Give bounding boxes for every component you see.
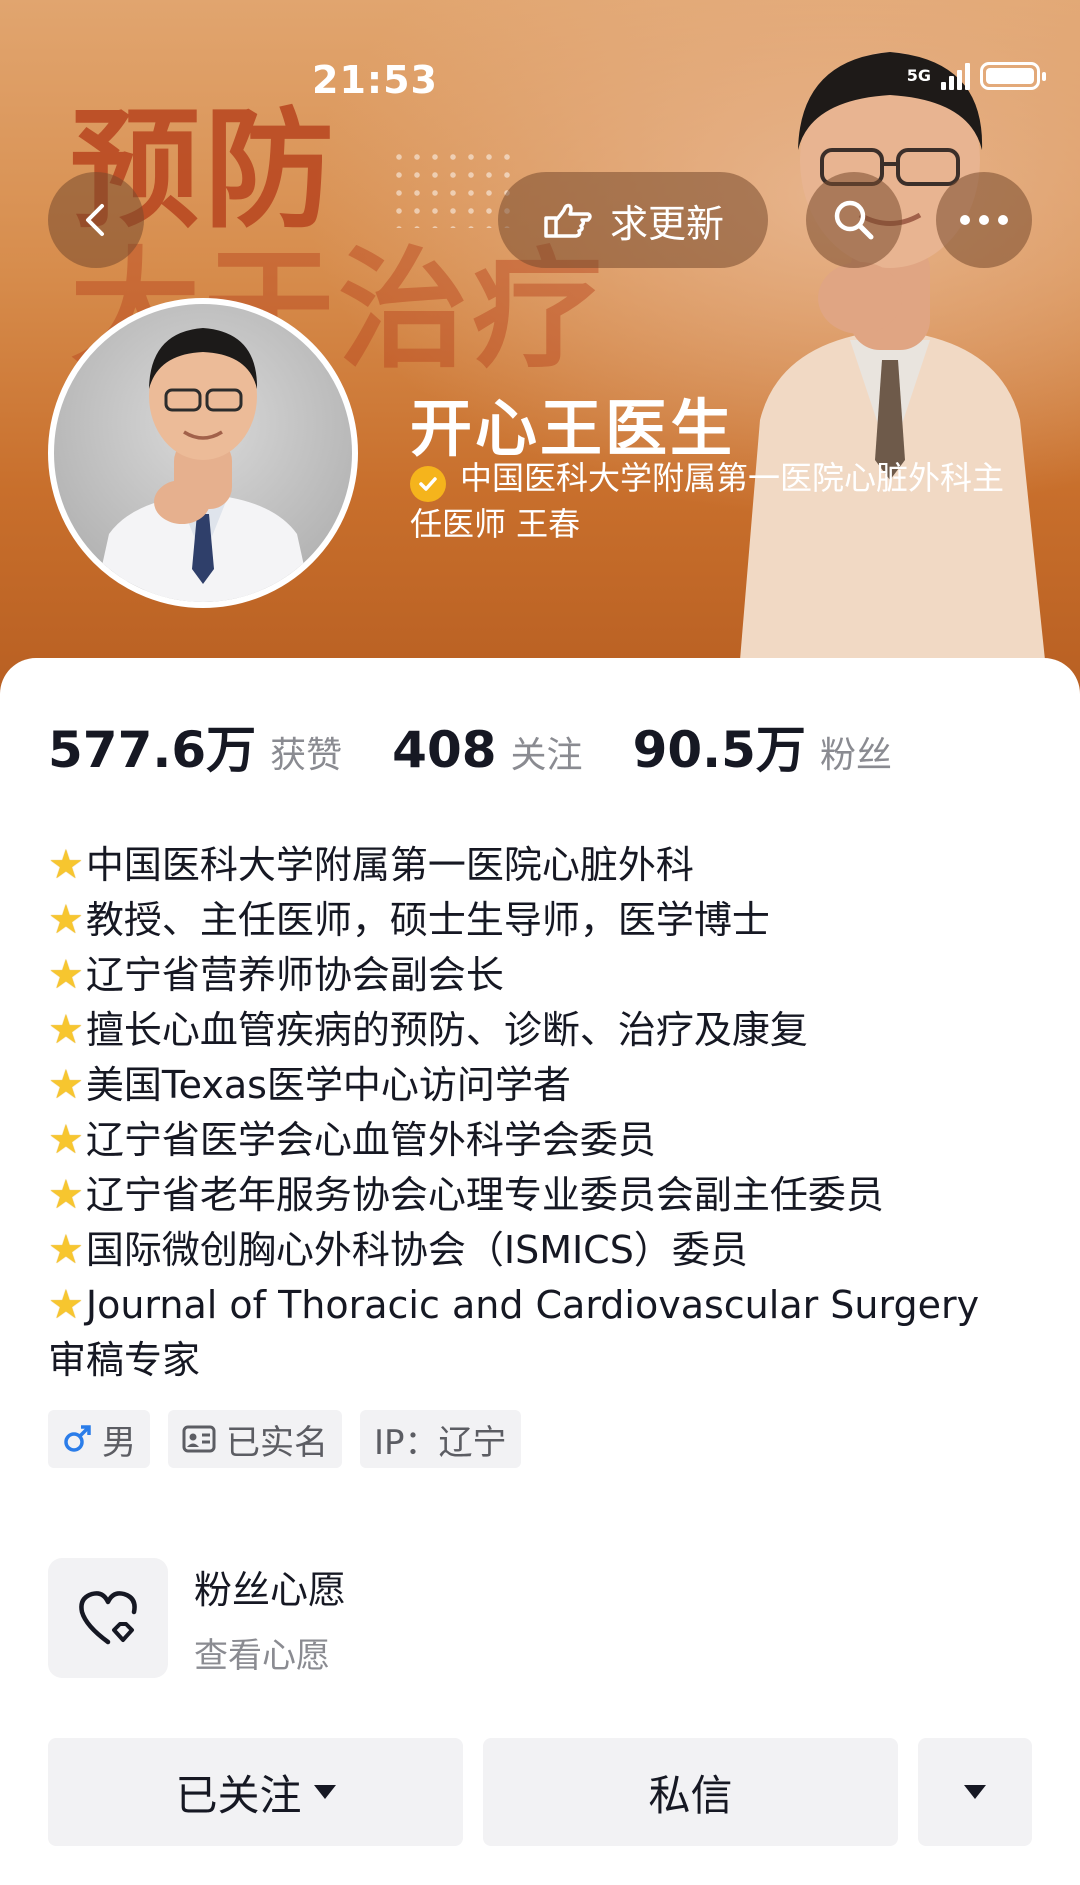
signal-icon [941,62,970,90]
ip-tag: IP：辽宁 [360,1410,521,1468]
message-button[interactable]: 私信 [483,1738,898,1846]
profile-content: 577.6万 获赞 408 关注 90.5万 粉丝 ★中国医科大学附属第一医院心… [0,658,1080,1885]
gender-tag: 男 [48,1410,150,1468]
profile-name: 开心王医生 [410,392,736,465]
likes-label: 获赞 [270,735,343,776]
star-emoji-icon: ★ [48,1117,84,1163]
ip-label: IP：辽宁 [374,1422,507,1463]
bio-line-text: Journal of Thoracic and Cardiovascular S… [85,1283,980,1327]
star-emoji-icon: ★ [48,1172,84,1218]
heart-wish-icon [48,1558,168,1678]
request-update-label: 求更新 [609,201,724,246]
bio-line: ★辽宁省医学会心血管外科学会委员 [48,1113,1048,1168]
back-button[interactable] [48,172,144,268]
network-label: 5G [906,66,931,85]
bio-line: ★擅长心血管疾病的预防、诊断、治疗及康复 [48,1003,1048,1058]
followers-label[interactable]: 粉丝 [820,726,892,778]
star-emoji-icon: ★ [48,1282,84,1328]
bio-line-text: 国际微创胸心外科协会（ISMICS）委员 [85,1228,748,1272]
banner-dot-pattern [390,148,510,228]
bio-line: ★国际微创胸心外科协会（ISMICS）委员 [48,1223,1048,1278]
bio-line-text: 擅长心血管疾病的预防、诊断、治疗及康复 [85,1008,808,1052]
more-actions-button[interactable] [918,1738,1032,1846]
search-icon [834,200,874,240]
verified-check-icon [410,466,446,502]
bio-line: ★教授、主任医师，硕士生导师，医学博士 [48,893,1048,948]
back-arrow-icon [86,204,104,236]
bio-line: ★Journal of Thoracic and Cardiovascular … [48,1278,1048,1333]
profile-tags: 男 已实名 IP：辽宁 [48,1410,521,1468]
bio-continuation: 审稿专家 [48,1338,201,1382]
bio-line-text: 教授、主任医师，硕士生导师，医学博士 [85,898,770,942]
avatar[interactable] [48,298,358,608]
fan-wish-subtitle: 查看心愿 [194,1636,330,1676]
search-button[interactable] [806,172,902,268]
avatar-photo [94,328,312,602]
star-emoji-icon: ★ [48,897,84,943]
followers-count[interactable]: 90.5万 [633,710,806,782]
request-update-button[interactable]: 求更新 [498,172,768,268]
follow-label: 已关注 [175,1770,302,1820]
following-label[interactable]: 关注 [511,726,583,778]
more-dots-icon [960,215,1008,225]
star-emoji-icon: ★ [48,1007,84,1053]
pointing-hand-icon [544,203,592,238]
star-emoji-icon: ★ [48,842,84,888]
verified-label: 已实名 [226,1422,328,1463]
verification-text: 中国医科大学附属第一医院心脏外科主任医师 王春 [410,459,1005,543]
verified-tag: 已实名 [168,1410,342,1468]
message-label: 私信 [648,1770,733,1820]
bio-line: ★辽宁省营养师协会副会长 [48,948,1048,1003]
battery-icon [980,62,1046,90]
fan-wish-title: 粉丝心愿 [194,1568,347,1612]
following-count[interactable]: 408 [392,721,496,779]
fan-wish-text: 粉丝心愿 查看心愿 [194,1559,346,1677]
profile-banner: 预防 大于治疗 21:53 5G 求更新 开心王医生 中国医科大学附属第一医院心… [0,0,1080,700]
stats-row: 577.6万 获赞 408 关注 90.5万 粉丝 [48,710,942,782]
fan-wish-entry[interactable]: 粉丝心愿 查看心愿 [48,1558,346,1678]
star-emoji-icon: ★ [48,952,84,998]
gender-label: 男 [102,1422,136,1463]
status-time: 21:53 [312,58,438,102]
banner-doctor-image [740,52,1045,660]
bio-line-text: 美国Texas医学中心访问学者 [85,1063,571,1107]
follow-button[interactable]: 已关注 [48,1738,463,1846]
bio: ★中国医科大学附属第一医院心脏外科 ★教授、主任医师，硕士生导师，医学博士 ★辽… [48,838,1048,1388]
star-emoji-icon: ★ [48,1227,84,1273]
caret-down-icon [313,1785,336,1799]
id-card-icon [182,1425,216,1453]
star-emoji-icon: ★ [48,1062,84,1108]
caret-down-icon [964,1785,986,1799]
verification-line: 中国医科大学附属第一医院心脏外科主任医师 王春 [410,456,1010,546]
status-indicators: 5G [906,62,1046,90]
bio-line: ★辽宁省老年服务协会心理专业委员会副主任委员 [48,1168,1048,1223]
action-buttons: 已关注 私信 [48,1738,1032,1846]
more-button[interactable] [936,172,1032,268]
bio-line: ★美国Texas医学中心访问学者 [48,1058,1048,1113]
bio-line-text: 辽宁省营养师协会副会长 [85,953,504,997]
bio-line-text: 中国医科大学附属第一医院心脏外科 [85,843,694,887]
male-icon [64,1425,91,1452]
bio-line: ★中国医科大学附属第一医院心脏外科 [48,838,1048,893]
bio-line-text: 辽宁省医学会心血管外科学会委员 [85,1118,656,1162]
likes-count: 577.6万 [48,721,257,779]
bio-line-text: 辽宁省老年服务协会心理专业委员会副主任委员 [85,1173,884,1217]
